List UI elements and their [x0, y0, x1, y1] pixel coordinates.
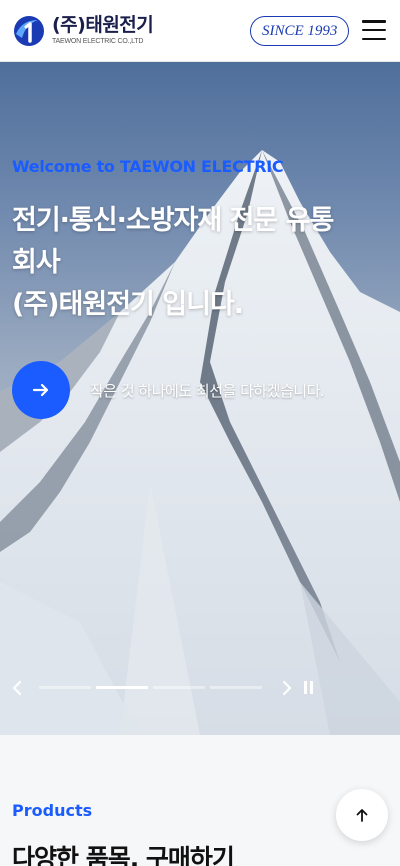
arrow-right-icon — [32, 383, 49, 397]
hero-slider: Welcome to TAEWON ELECTRIC 전기·통신·소방자재 전문… — [0, 62, 400, 735]
slider-progress-bar-active[interactable] — [96, 686, 148, 689]
slider-progress-bar[interactable] — [210, 686, 262, 689]
hero-title-line-2: 회사 — [12, 247, 61, 278]
scroll-to-top-button[interactable] — [336, 789, 388, 841]
slider-progress-bar[interactable] — [153, 686, 205, 689]
company-logo[interactable]: (주)태원전기 TAEWON ELECTRIC CO.,LTD — [12, 14, 154, 48]
logo-korean-name: (주)태원전기 — [52, 14, 154, 36]
hero-title-line-3: (주)태원전기 입니다. — [12, 289, 244, 320]
hamburger-icon — [362, 20, 386, 23]
chevron-left-icon — [12, 680, 22, 696]
arrow-up-icon — [356, 809, 368, 822]
hero-title-line-1: 전기·통신·소방자재 전문 유통 — [12, 205, 334, 236]
logo-english-name: TAEWON ELECTRIC CO.,LTD — [52, 38, 144, 45]
logo-mark-icon — [12, 14, 46, 48]
pause-icon — [304, 681, 307, 694]
chevron-right-icon — [282, 680, 292, 696]
since-badge: SINCE 1993 — [250, 16, 350, 46]
products-section-title: 다양한 품목, 구매하기 — [12, 844, 235, 866]
hamburger-menu-button[interactable] — [362, 20, 386, 40]
hero-subtitle: 작은 것 하나에도 최선을 다하겠습니다. — [90, 382, 325, 400]
slider-next-button[interactable] — [278, 678, 294, 698]
slider-progress-bar[interactable] — [39, 686, 91, 689]
hero-title: 전기·통신·소방자재 전문 유통 회사 (주)태원전기 입니다. — [12, 200, 382, 326]
site-header: (주)태원전기 TAEWON ELECTRIC CO.,LTD SINCE 19… — [0, 0, 400, 62]
products-section-label: Products — [12, 801, 93, 820]
hero-cta-button[interactable] — [12, 361, 70, 419]
slider-prev-button[interactable] — [10, 678, 26, 698]
slider-pause-button[interactable] — [304, 681, 314, 694]
hero-welcome-text: Welcome to TAEWON ELECTRIC — [12, 157, 284, 176]
slider-controls — [0, 674, 400, 702]
